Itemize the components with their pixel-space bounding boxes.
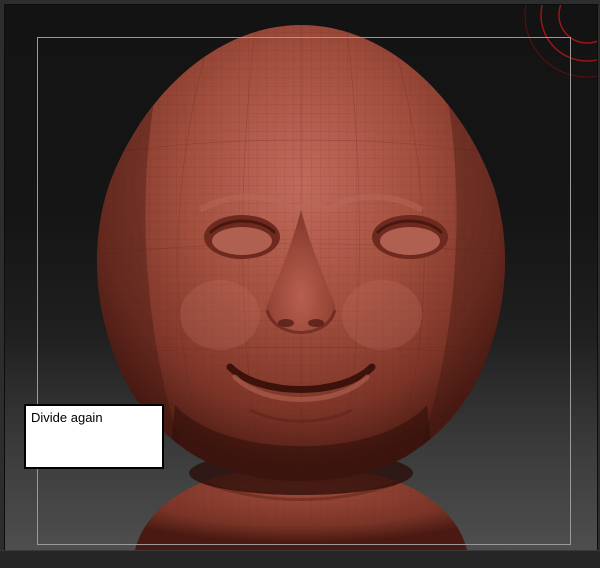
3d-viewport[interactable]: Divide again bbox=[4, 4, 598, 551]
annotation-box: Divide again bbox=[24, 404, 164, 469]
left-eye bbox=[204, 215, 280, 259]
right-eye bbox=[372, 215, 448, 259]
annotation-text: Divide again bbox=[31, 410, 103, 425]
app-window: Divide again bbox=[0, 0, 600, 568]
left-cheek bbox=[180, 280, 260, 350]
rotation-gizmo-icon[interactable] bbox=[524, 5, 597, 78]
bottom-shelf bbox=[0, 550, 600, 568]
right-cheek bbox=[342, 280, 422, 350]
